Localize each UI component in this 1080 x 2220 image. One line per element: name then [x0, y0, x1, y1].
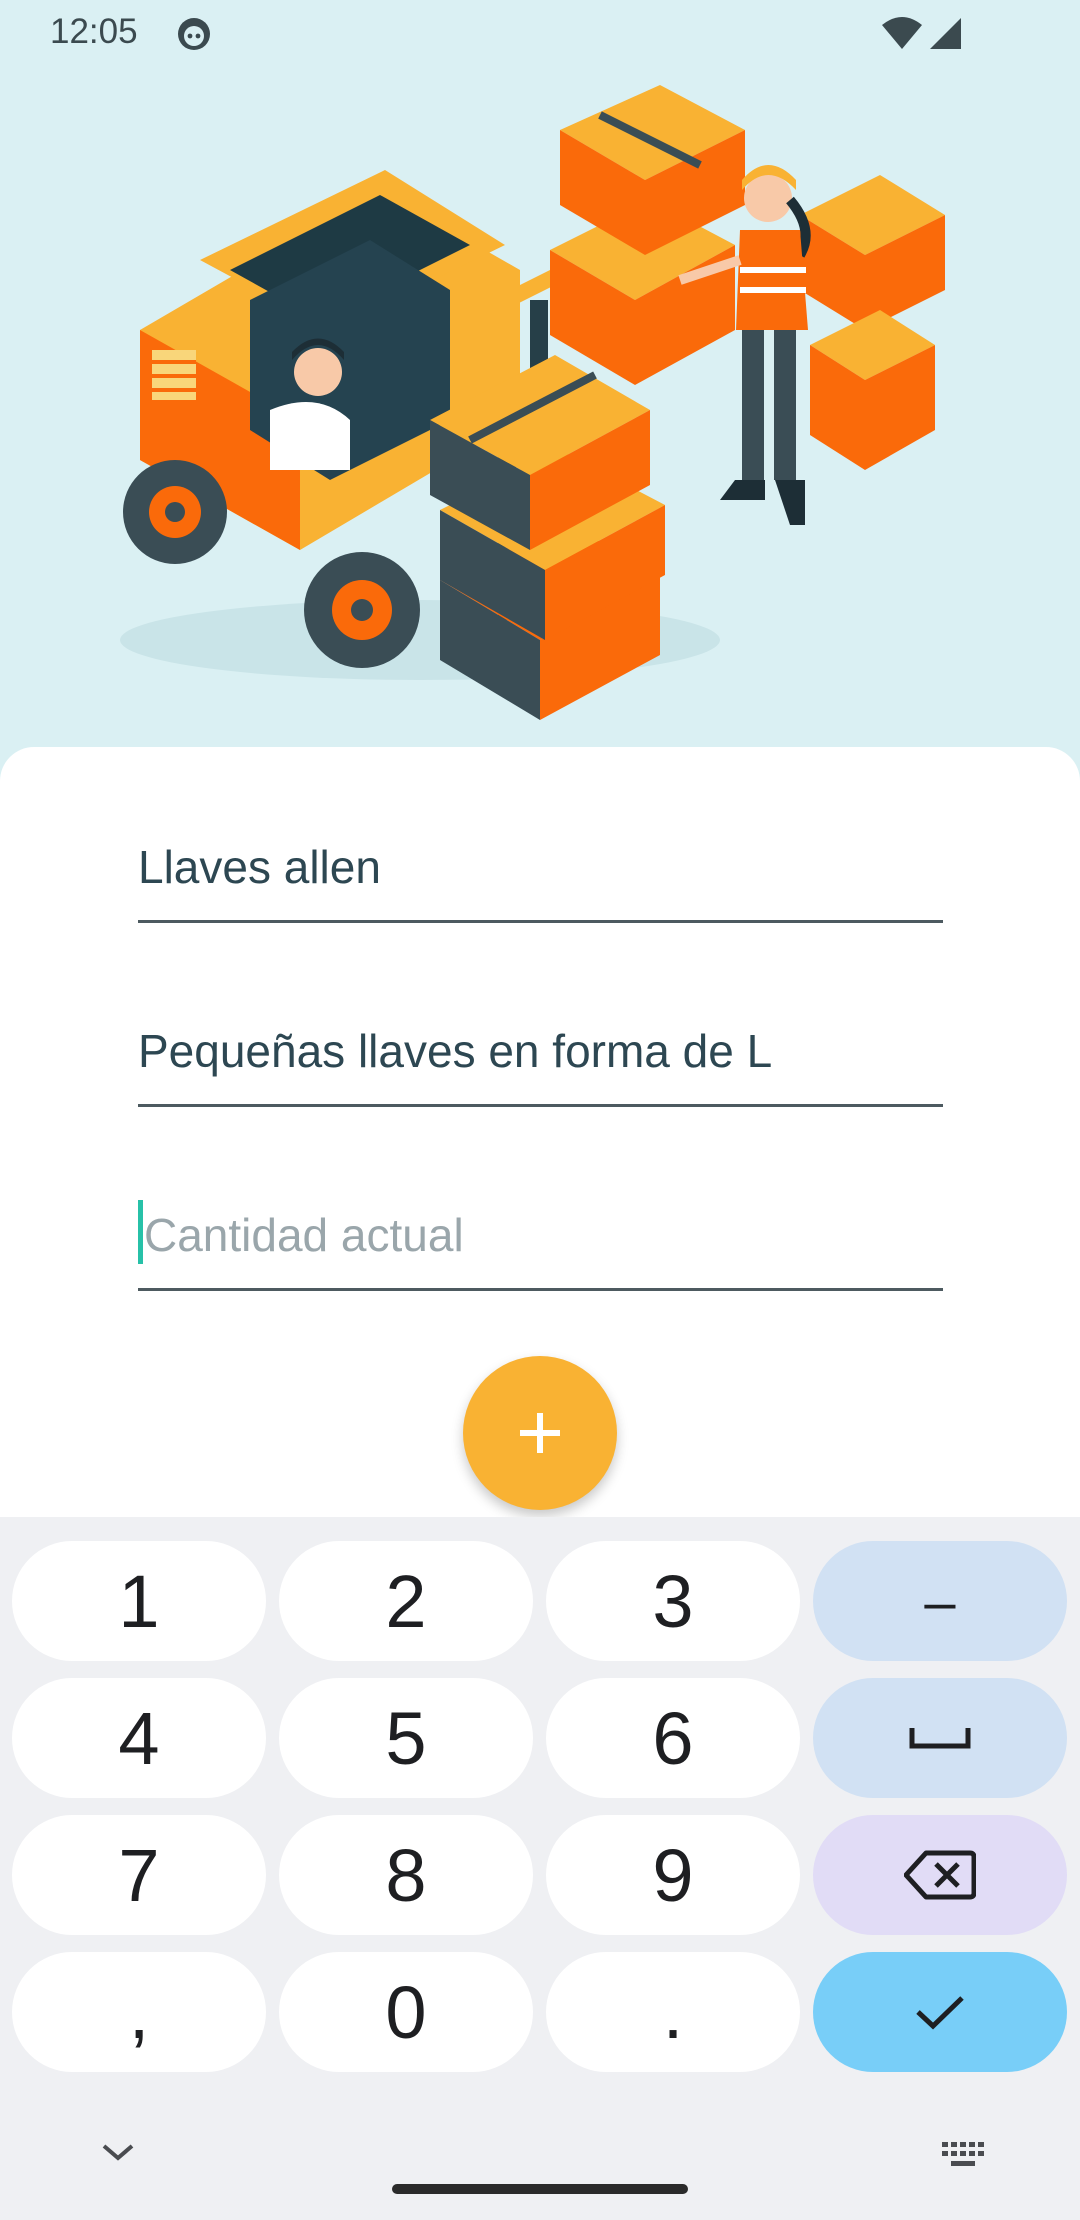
key-3[interactable]: 3	[546, 1541, 800, 1661]
key-backspace[interactable]	[813, 1815, 1067, 1935]
key-enter[interactable]	[813, 1952, 1067, 2072]
plus-icon	[520, 1413, 560, 1453]
key-8[interactable]: 8	[279, 1815, 533, 1935]
description-field-value: Pequeñas llaves en forma de L	[138, 1025, 773, 1077]
backspace-icon	[904, 1850, 976, 1900]
key-1[interactable]: 1	[12, 1541, 266, 1661]
cellular-signal-icon	[930, 18, 961, 49]
key-space[interactable]	[813, 1678, 1067, 1798]
app-notification-icon	[178, 18, 210, 50]
key-0[interactable]: 0	[279, 1952, 533, 2072]
key-2[interactable]: 2	[279, 1541, 533, 1661]
description-field[interactable]: Pequeñas llaves en forma de L	[138, 1004, 943, 1107]
home-indicator[interactable]	[392, 2184, 688, 2194]
collapse-keyboard-icon[interactable]	[98, 2140, 138, 2164]
warehouse-forklift-illustration	[120, 85, 945, 720]
key-5[interactable]: 5	[279, 1678, 533, 1798]
key-minus[interactable]: –	[813, 1541, 1067, 1661]
quantity-field-placeholder: Cantidad actual	[144, 1209, 464, 1261]
name-field-value: Llaves allen	[138, 841, 381, 893]
wifi-icon	[882, 17, 922, 49]
key-6[interactable]: 6	[546, 1678, 800, 1798]
name-field[interactable]: Llaves allen	[138, 820, 943, 923]
quantity-field[interactable]: Cantidad actual	[138, 1188, 943, 1291]
key-4[interactable]: 4	[12, 1678, 266, 1798]
keyboard-switch-icon[interactable]	[940, 2140, 986, 2170]
checkmark-icon	[916, 1996, 964, 2030]
space-icon	[909, 1728, 971, 1749]
key-comma[interactable]: ,	[12, 1952, 266, 2072]
add-button[interactable]	[463, 1356, 617, 1510]
status-time: 12:05	[50, 12, 138, 51]
text-cursor	[138, 1200, 143, 1264]
status-bar: 12:05	[0, 0, 1080, 66]
key-9[interactable]: 9	[546, 1815, 800, 1935]
key-7[interactable]: 7	[12, 1815, 266, 1935]
key-period[interactable]: .	[546, 1952, 800, 2072]
